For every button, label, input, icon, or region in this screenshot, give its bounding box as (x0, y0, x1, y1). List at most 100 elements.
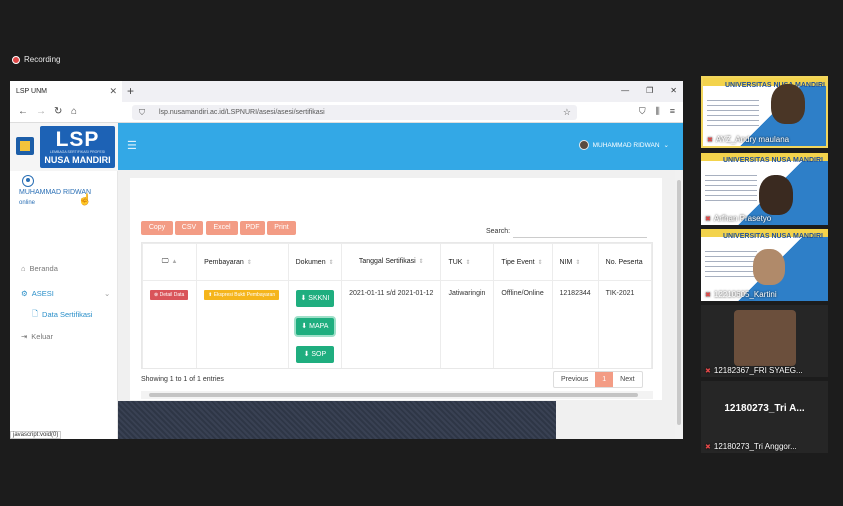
close-window-icon[interactable]: ✕ (670, 86, 677, 95)
monitor-icon: 🖵 (161, 258, 169, 265)
restore-icon[interactable]: ❐ (646, 86, 653, 95)
hamburger-menu-icon[interactable]: ☰ (127, 139, 137, 152)
new-tab-icon[interactable]: + (127, 84, 134, 98)
column-header-tuk[interactable]: TUK ⇕ (440, 243, 495, 281)
sort-icon: ⇕ (537, 259, 543, 266)
sidebar-item-data-sertifikasi[interactable]: 🗋 Data Sertifikasi (32, 308, 92, 321)
sidebar-item-label: Data Sertifikasi (42, 310, 93, 319)
chevron-down-icon: ⌄ (104, 289, 111, 298)
close-tab-icon[interactable]: ✕ (109, 86, 117, 97)
slide-title: UNIVERSITAS NUSA MANDIRI (723, 157, 823, 164)
home-icon[interactable]: ⌂ (71, 106, 77, 117)
recording-label: Recording (24, 55, 61, 64)
column-header-dokumen[interactable]: Dokumen ⇕ (287, 243, 343, 281)
table-cell-tuk: Jatiwaringin (440, 280, 495, 368)
muted-mic-icon: ✖ (705, 215, 711, 223)
participant-tile-3[interactable]: UNIVERSITAS NUSA MANDIRI ✖ 12210605_Karti… (701, 229, 828, 301)
scroll-thumb[interactable] (677, 180, 681, 425)
vertical-scrollbar[interactable] (675, 170, 683, 439)
button-label: SKKNI (308, 295, 330, 302)
sidebar-item-keluar[interactable]: ⇥ Keluar (21, 332, 53, 341)
muted-mic-icon: ✖ (705, 443, 711, 451)
column-header-actions[interactable]: 🖵 ▲ (142, 243, 198, 281)
user-avatar-icon (22, 175, 34, 187)
column-label: Pembayaran (204, 258, 244, 266)
app-menu-icon[interactable]: ≡ (670, 106, 675, 117)
column-label: Tanggal Sertifikasi (358, 258, 416, 265)
reload-icon[interactable]: ↻ (54, 106, 62, 117)
participant-video (753, 249, 785, 285)
print-button[interactable]: Print (267, 221, 296, 235)
bookmark-star-icon[interactable]: ☆ (563, 107, 571, 118)
download-icon: ⬇ (300, 295, 307, 302)
back-icon[interactable]: ← (18, 106, 28, 117)
participant-name: ✖ 12182367_FRI SYAEG... (705, 366, 803, 375)
sidebar-item-asesi[interactable]: ⚙ ASESI ⌄ (21, 289, 110, 298)
detail-data-button[interactable]: ⊗ Detail Data (150, 290, 189, 300)
column-label: NIM (559, 258, 573, 266)
column-label: No. Peserta (605, 258, 643, 266)
download-icon: ⬇ (301, 323, 308, 330)
search-input[interactable] (513, 229, 647, 238)
header-user-menu[interactable]: MUHAMMAD RIDWAN ⌄ (578, 140, 669, 150)
column-label: TUK (448, 258, 463, 266)
muted-mic-icon: ✖ (707, 136, 713, 144)
file-icon: 🗋 (32, 309, 39, 318)
participant-tile-2[interactable]: UNIVERSITAS NUSA MANDIRI ✖ Arfhan Prasety… (701, 153, 828, 225)
participant-name: ✖ Arfhan Prasetyo (705, 214, 772, 223)
slide-title: UNIVERSITAS NUSA MANDIRI (723, 233, 823, 240)
url-bar[interactable]: ⛉ lsp.nusamandiri.ac.id/LSPNURI/asesi/as… (132, 105, 577, 120)
lsp-badge: LSP LEMBAGA SERTIFIKASI PROFESI NUSA MAN… (40, 126, 115, 168)
sidebar-item-beranda[interactable]: ⌂ Beranda (21, 264, 58, 273)
sidebar-item-label: Keluar (31, 332, 53, 341)
excel-button[interactable]: Excel (206, 221, 238, 235)
forward-icon[interactable]: → (36, 106, 46, 117)
muted-mic-icon: ✖ (705, 367, 711, 375)
column-header-tipe-event[interactable]: Tipe Event ⇕ (493, 243, 553, 281)
scroll-thumb[interactable] (149, 393, 638, 397)
participant-name: ✖ AYZ_Andry maulana (707, 135, 790, 144)
browser-tab[interactable]: LSP UNM ✕ (10, 81, 122, 102)
download-mapa-button[interactable]: ⬇ MAPA (295, 318, 334, 335)
participant-tile-1[interactable]: UNIVERSITAS NUSA MANDIRI ✖ AYZ_Andry maul… (701, 76, 828, 148)
window-controls: — ❐ ✕ (621, 86, 677, 95)
minimize-icon[interactable]: — (621, 86, 629, 95)
logo-subtitle: LEMBAGA SERTIFIKASI PROFESI (49, 150, 106, 154)
horizontal-scrollbar[interactable] (141, 391, 653, 399)
sort-icon: ▲ (171, 259, 178, 265)
pdf-button[interactable]: PDF (240, 221, 265, 235)
sidebar-item-label: Beranda (29, 264, 58, 273)
logout-icon: ⇥ (21, 332, 28, 341)
main-content: Copy CSV Excel PDF Print Search: 🖵 ▲ Pemb… (118, 170, 675, 439)
next-page-button[interactable]: Next (613, 372, 641, 387)
column-header-pembayaran[interactable]: Pembayaran ⇕ (196, 243, 289, 281)
participant-name: ✖ 12180273_Tri Anggor... (705, 442, 797, 451)
participant-tile-5[interactable]: 12180273_Tri A... ✖ 12180273_Tri Anggor..… (701, 381, 828, 453)
participant-tile-4[interactable]: ✖ 12182367_FRI SYAEG... (701, 305, 828, 377)
app-header: ☰ MUHAMMAD RIDWAN ⌄ (118, 123, 683, 170)
download-sop-button[interactable]: ⬇ SOP (295, 346, 334, 363)
previous-page-button[interactable]: Previous (554, 372, 595, 387)
upload-payment-button[interactable]: ⬆ Ekspresi Bukti Pembayaran (204, 290, 280, 300)
pocket-icon[interactable]: ⛉ (639, 106, 646, 117)
shield-icon: ⛉ (139, 108, 145, 117)
page-1-button[interactable]: 1 (595, 372, 614, 387)
navigation-bar: ← → ↻ ⌂ ⛉ lsp.nusamandiri.ac.id/LSPNURI/… (10, 102, 683, 123)
table-cell-pembayaran: ⬆ Ekspresi Bukti Pembayaran (196, 280, 289, 368)
browser-window: LSP UNM ✕ + — ❐ ✕ ← → ↻ ⌂ ⛉ lsp.nusamand… (10, 81, 683, 439)
sort-icon: ⇕ (328, 259, 334, 266)
download-skkni-button[interactable]: ⬇ SKKNI (295, 290, 334, 307)
column-header-tanggal[interactable]: Tanggal Sertifikasi ⇕ (341, 243, 442, 281)
home-icon: ⌂ (21, 264, 26, 273)
table-cell-actions: ⊗ Detail Data (142, 280, 198, 368)
copy-button[interactable]: Copy (141, 221, 173, 235)
app-logo[interactable]: LSP LEMBAGA SERTIFIKASI PROFESI NUSA MAN… (10, 123, 118, 171)
table-cell-nim: 12182344 (551, 280, 599, 368)
sidebar-item-label: ASESI (31, 289, 54, 298)
library-icon[interactable]: ⫼ (656, 106, 660, 117)
column-header-nim[interactable]: NIM ⇕ (551, 243, 599, 281)
logo-text: LSP (55, 128, 100, 151)
column-header-no-peserta[interactable]: No. Peserta (597, 243, 652, 281)
csv-button[interactable]: CSV (175, 221, 203, 235)
table-cell-dokumen: ⬇ SKKNI ⬇ MAPA ⬇ SOP (287, 280, 343, 368)
